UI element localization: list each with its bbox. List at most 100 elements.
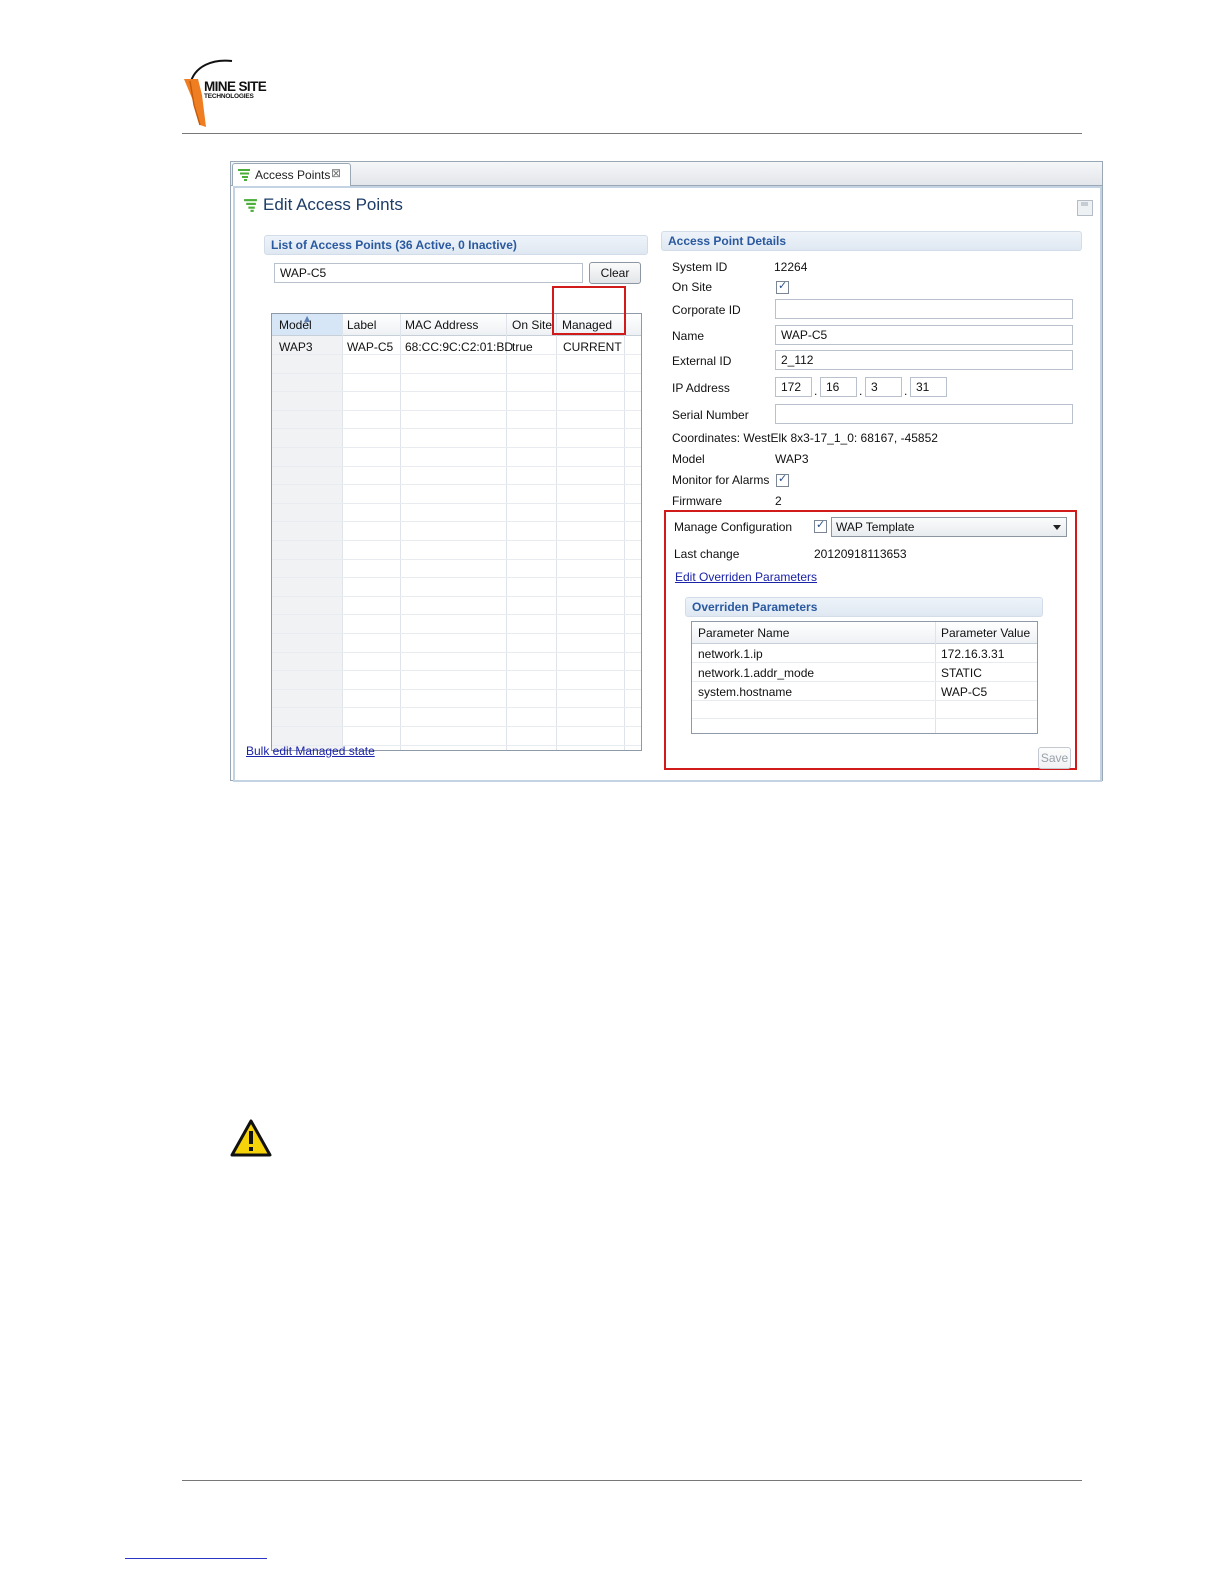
row-divider (272, 577, 641, 579)
row-divider (272, 465, 641, 467)
wifi-icon (244, 199, 257, 212)
row-divider (272, 521, 641, 523)
manage-config-checkbox[interactable] (814, 518, 827, 533)
sort-arrow-icon: ▲ (304, 314, 311, 323)
corporate-id-label: Corporate ID (672, 303, 741, 317)
param-value: STATIC (941, 666, 982, 680)
firmware-value: 2 (775, 494, 782, 508)
ip-octet-4[interactable]: 31 (910, 377, 947, 397)
external-id-field[interactable]: 2_112 (775, 350, 1073, 370)
cell-label: WAP-C5 (347, 340, 394, 354)
row-divider (692, 718, 1037, 719)
column-divider (342, 314, 343, 750)
row-divider (272, 651, 641, 653)
column-divider (506, 314, 507, 750)
company-logo: MINE SITE TECHNOLOGIES (180, 55, 290, 130)
ip-separator: . (814, 384, 818, 398)
filter-input[interactable]: WAP-C5 (274, 263, 583, 283)
save-button[interactable]: Save (1038, 747, 1071, 769)
ip-octet-1-value: 172 (781, 380, 802, 394)
row-divider (272, 633, 641, 634)
tab-access-points[interactable]: Access Points ⊠ (232, 163, 351, 186)
cell-managed: CURRENT (563, 340, 622, 354)
cell-on-site: true (512, 340, 533, 354)
system-id-value: 12264 (774, 260, 808, 274)
external-id-label: External ID (672, 354, 732, 368)
on-site-label: On Site (672, 280, 713, 294)
last-change-value: 20120918113653 (814, 547, 907, 561)
ip-separator: . (859, 384, 863, 398)
overridden-section-header: Overriden Parameters (685, 597, 1043, 617)
overridden-params-table[interactable]: Parameter Name Parameter Value network.1… (691, 621, 1038, 734)
serial-number-field[interactable] (775, 404, 1073, 424)
logo-text-primary: MINE SITE (204, 79, 267, 94)
clear-button[interactable]: Clear (589, 262, 641, 284)
header-rule (182, 133, 1082, 134)
column-header-label[interactable]: Label (347, 318, 376, 332)
row-divider (272, 428, 641, 430)
template-value: WAP Template (836, 520, 915, 534)
row-divider (272, 540, 641, 541)
name-value: WAP-C5 (781, 328, 828, 342)
ip-octet-2[interactable]: 16 (820, 377, 857, 397)
template-select[interactable]: WAP Template (831, 517, 1067, 537)
row-divider (272, 354, 641, 355)
row-divider (692, 700, 1037, 701)
bulk-edit-link[interactable]: Bulk edit Managed state (246, 744, 375, 758)
save-icon[interactable] (1077, 200, 1093, 216)
footer-rule (182, 1480, 1082, 1481)
ip-octet-1[interactable]: 172 (775, 377, 812, 397)
param-value: 172.16.3.31 (941, 647, 1005, 661)
serial-number-label: Serial Number (672, 408, 749, 422)
model-value: WAP3 (775, 452, 809, 466)
access-points-window: Access Points ⊠ Edit Access Points List … (230, 161, 1103, 782)
manage-config-label: Manage Configuration (674, 520, 793, 534)
close-icon[interactable]: ⊠ (331, 166, 341, 180)
column-header-mac[interactable]: MAC Address (405, 318, 478, 332)
param-name: network.1.ip (698, 647, 763, 661)
ip-separator: . (904, 384, 908, 398)
row-divider (272, 688, 641, 690)
column-divider (624, 314, 625, 750)
ip-octet-2-value: 16 (826, 380, 840, 394)
column-header-on-site[interactable]: On Site (512, 318, 552, 332)
ip-octet-4-value: 31 (916, 380, 930, 394)
param-name-header[interactable]: Parameter Name (698, 626, 789, 640)
model-column-shade (272, 335, 342, 750)
edit-overridden-link[interactable]: Edit Overriden Parameters (675, 570, 817, 584)
cell-mac: 68:CC:9C:C2:01:BD (405, 340, 514, 354)
row-divider (272, 670, 641, 672)
param-value-header[interactable]: Parameter Value (941, 626, 1030, 640)
logo-text-secondary: TECHNOLOGIES (204, 93, 254, 100)
dropdown-arrow-icon (1053, 525, 1061, 530)
column-divider (935, 622, 936, 733)
access-point-table[interactable]: Model ▲ Label MAC Address On Site Manage… (271, 313, 642, 751)
row-divider (272, 372, 641, 374)
row-divider (272, 391, 641, 393)
monitor-alarms-label: Monitor for Alarms (672, 473, 770, 487)
row-divider (272, 558, 641, 560)
param-value: WAP-C5 (941, 685, 988, 699)
coordinates-text: Coordinates: WestElk 8x3-17_1_0: 68167, … (672, 431, 938, 445)
monitor-alarms-checkbox[interactable] (776, 472, 789, 487)
row-divider (272, 484, 641, 486)
tab-bar: Access Points ⊠ (231, 162, 1102, 186)
warning-icon (230, 1119, 272, 1157)
details-section-title: Access Point Details (668, 234, 787, 248)
param-name: network.1.addr_mode (698, 666, 815, 680)
name-field[interactable]: WAP-C5 (775, 325, 1073, 345)
row-divider (272, 726, 641, 727)
footer-link-underline[interactable] (125, 1558, 267, 1559)
row-divider (272, 502, 641, 504)
ip-octet-3[interactable]: 3 (865, 377, 902, 397)
filter-value: WAP-C5 (280, 266, 327, 280)
tab-label: Access Points (255, 168, 331, 182)
list-section-title: List of Access Points (36 Active, 0 Inac… (271, 238, 517, 252)
on-site-checkbox[interactable] (776, 279, 789, 294)
corporate-id-field[interactable] (775, 299, 1073, 319)
row-divider (272, 614, 641, 616)
ip-address-label: IP Address (672, 381, 730, 395)
column-divider (400, 314, 401, 750)
row-divider (272, 595, 641, 597)
column-divider (556, 314, 557, 750)
